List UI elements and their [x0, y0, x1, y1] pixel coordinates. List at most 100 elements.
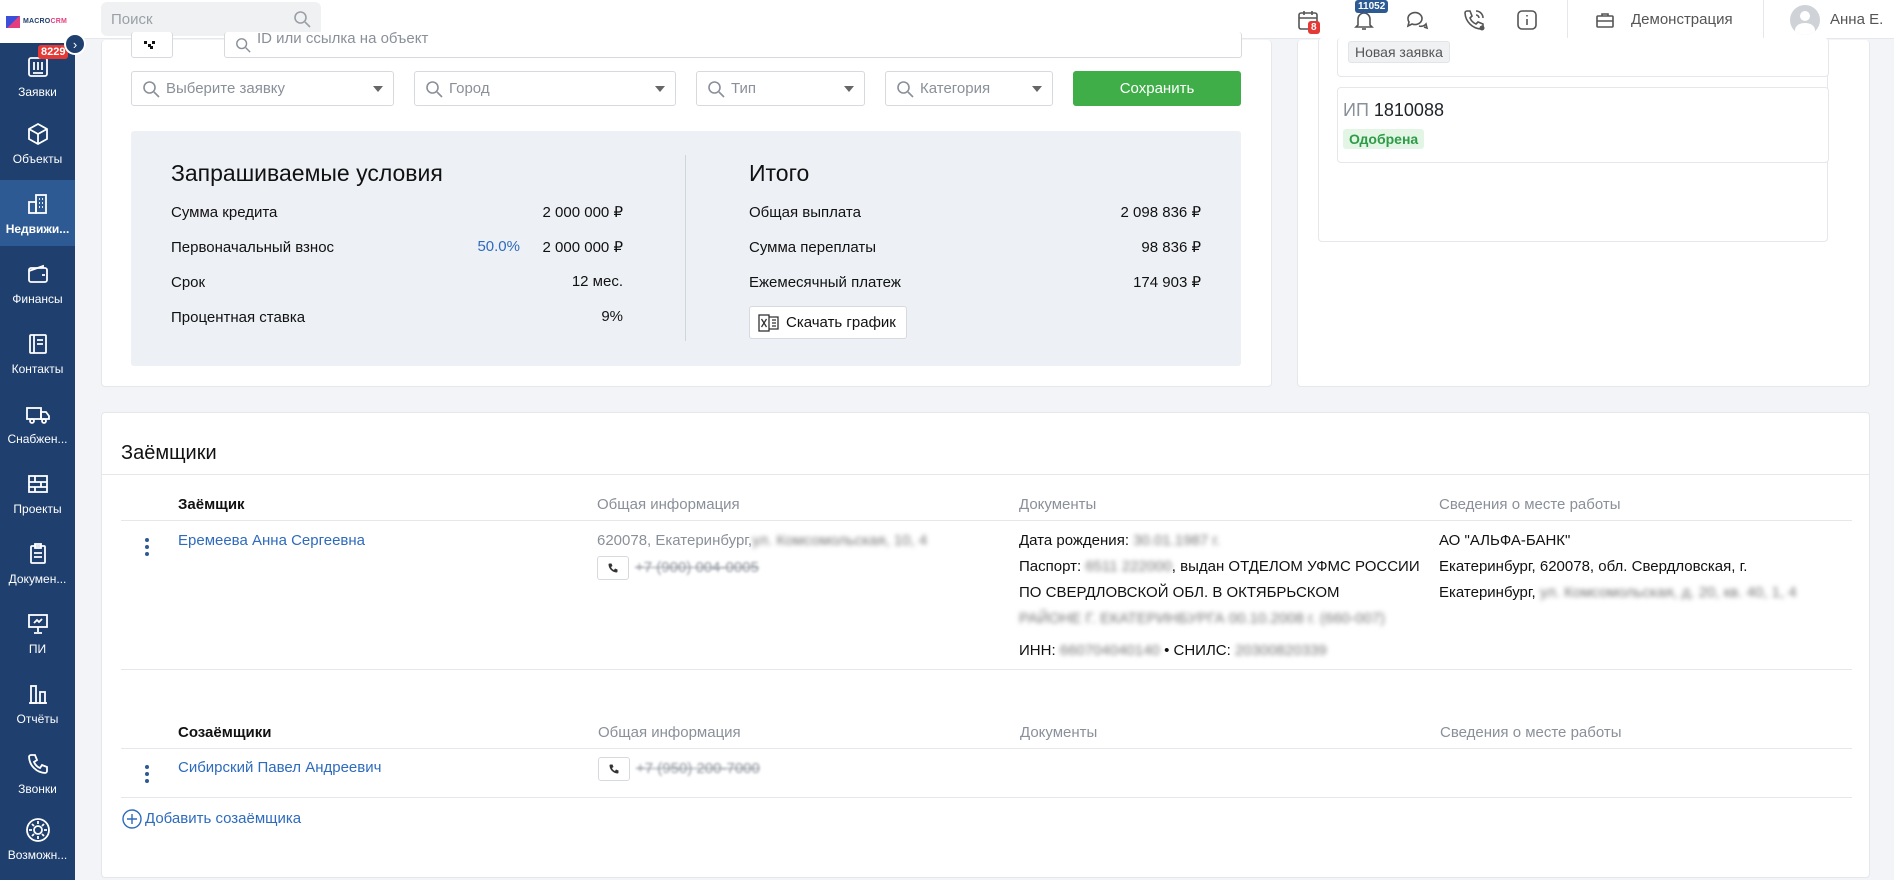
loan-amount-label: Сумма кредита — [171, 204, 278, 221]
borrower-documents: Дата рождения: 30.01.1987 г. Паспорт: 65… — [1019, 528, 1429, 664]
sidebar-item-finance[interactable]: Финансы — [0, 250, 75, 316]
chart-icon — [25, 681, 51, 707]
co-borrower-menu-button[interactable] — [144, 765, 150, 783]
type-select[interactable]: Тип — [696, 71, 865, 106]
calendar-badge: 8 — [1308, 21, 1320, 34]
borrower-workplace: АО "АЛЬФА-БАНК" Екатеринбург, 620078, об… — [1439, 528, 1839, 606]
ip-list-container: Новая заявка ИП 1810088 Одобрена — [1318, 38, 1829, 242]
demo-mode-button[interactable]: Демонстрация — [1595, 0, 1733, 39]
sidebar-item-contacts[interactable]: Контакты — [0, 320, 75, 386]
sidebar-item-features[interactable]: Возможн... — [0, 806, 75, 872]
right-panel-card: Новая заявка ИП 1810088 Одобрена — [1297, 38, 1870, 387]
sidebar-item-supply[interactable]: Снабжен... — [0, 390, 75, 456]
down-payment-value: 2 000 000 ₽ — [542, 239, 623, 256]
chevron-down-icon — [844, 85, 854, 92]
sidebar-item-documents[interactable]: Докумен... — [0, 530, 75, 596]
hidden-passport-number: 6511 222000 — [1085, 558, 1172, 575]
chat-icon — [1406, 11, 1429, 30]
city-select[interactable]: Город — [414, 71, 676, 106]
th-borrower: Заёмщик — [178, 496, 245, 513]
th-workplace: Сведения о месте работы — [1439, 496, 1621, 513]
borrower-name-link[interactable]: Еремеева Анна Сергеевна — [178, 528, 365, 554]
object-id-placeholder: ID или ссылка на объект — [257, 30, 429, 47]
sidebar-item-calls[interactable]: Звонки — [0, 740, 75, 806]
request-item[interactable]: Новая заявка — [1337, 38, 1829, 77]
presentation-icon — [25, 611, 51, 637]
sidebar-item-pi[interactable]: ПИ — [0, 600, 75, 666]
request-select[interactable]: Выберите заявку — [131, 71, 394, 106]
phone-icon — [609, 764, 619, 774]
call-button[interactable] — [597, 556, 629, 581]
hidden-work-address: ул. Комсомольская, д. 20, кв. 40, 1, 4 — [1539, 584, 1797, 601]
search-icon — [143, 80, 160, 98]
contacts-icon — [25, 331, 51, 357]
down-payment-label: Первоначальный взнос — [171, 239, 335, 256]
qr-icon — [144, 40, 155, 49]
th-co-borrowers: Созаёмщики — [178, 724, 272, 741]
search-icon — [708, 80, 725, 98]
search-icon — [426, 80, 443, 98]
co-borrower-phone-number[interactable]: +7 (950) 200-7000 — [636, 760, 760, 777]
user-menu[interactable]: Анна Е. — [1790, 0, 1883, 39]
sidebar-item-reports[interactable]: Отчёты — [0, 670, 75, 736]
term-label: Срок — [171, 274, 206, 291]
borrower-phone-number[interactable]: +7 (900) 004-0005 — [635, 559, 759, 576]
total-title: Итого — [749, 160, 810, 186]
cube-icon — [25, 121, 51, 147]
co-borrower-phone: +7 (950) 200-7000 — [598, 756, 760, 782]
monthly-payment-label: Ежемесячный платеж — [749, 274, 901, 291]
hidden-passport-issuer: РАЙОНЕ Г. ЕКАТЕРИНБУРГА 00.10.2008 г. (6… — [1019, 610, 1386, 627]
search-icon — [294, 11, 311, 28]
divider — [121, 520, 1852, 521]
type-select-placeholder: Тип — [731, 80, 757, 97]
download-schedule-label: Скачать график — [786, 314, 896, 331]
borrower-menu-button[interactable] — [144, 538, 150, 556]
total-payment-label: Общая выплата — [749, 204, 861, 221]
borrowers-title: Заёмщики — [121, 442, 217, 464]
info-icon — [1517, 10, 1537, 30]
briefcase-icon — [1596, 12, 1614, 28]
notifications-badge: 11052 — [1355, 0, 1389, 13]
call-button[interactable] — [598, 757, 630, 782]
search-icon — [236, 37, 251, 53]
chevron-down-icon — [373, 85, 383, 92]
category-select-placeholder: Категория — [920, 80, 991, 97]
chevron-down-icon — [1032, 85, 1042, 92]
plus-circle-icon — [122, 809, 142, 829]
object-id-input[interactable]: ID или ссылка на объект — [224, 30, 1242, 58]
user-name: Анна Е. — [1830, 11, 1884, 28]
category-select[interactable]: Категория — [885, 71, 1053, 106]
sidebar: MACROCRM 8229 Заявки Объекты Недвижи... … — [0, 0, 75, 880]
download-schedule-button[interactable]: Скачать график — [749, 306, 907, 339]
overpayment-value: 98 836 ₽ — [1141, 239, 1201, 256]
work-company: АО "АЛЬФА-БАНК" — [1439, 532, 1571, 549]
avatar — [1790, 4, 1820, 35]
sidebar-item-requests[interactable]: 8229 Заявки — [0, 43, 75, 109]
term-value: 12 мес. — [571, 273, 623, 290]
chat-button[interactable] — [1405, 8, 1429, 32]
ip-item[interactable]: ИП 1810088 Одобрена — [1337, 87, 1829, 163]
sidebar-item-realty[interactable]: Недвижи... — [0, 180, 75, 246]
truck-icon — [25, 401, 51, 427]
request-select-placeholder: Выберите заявку — [166, 80, 286, 97]
call-status-button[interactable] — [1462, 8, 1486, 32]
qr-button[interactable] — [131, 32, 173, 58]
approved-tag: Одобрена — [1343, 129, 1425, 149]
topbar-divider — [1763, 0, 1764, 39]
divider — [121, 669, 1852, 670]
calendar-button[interactable]: 8 — [1296, 8, 1320, 34]
summary-divider — [685, 155, 686, 341]
logo[interactable]: MACROCRM — [0, 0, 75, 43]
co-borrower-name-link[interactable]: Сибирский Павел Андреевич — [178, 755, 381, 781]
sidebar-collapse-button[interactable]: › — [64, 33, 86, 55]
buildings-icon — [25, 191, 51, 217]
new-request-tag: Новая заявка — [1348, 41, 1450, 63]
loan-summary-panel: Запрашиваемые условия Сумма кредита 2 00… — [131, 131, 1241, 366]
sidebar-item-objects[interactable]: Объекты — [0, 110, 75, 176]
borrower-phone: +7 (900) 004-0005 — [597, 555, 759, 581]
save-button[interactable]: Сохранить — [1073, 71, 1241, 106]
sidebar-item-projects[interactable]: Проекты — [0, 460, 75, 526]
notifications-button[interactable]: 11052 — [1352, 0, 1389, 32]
info-button[interactable] — [1515, 8, 1539, 32]
add-co-borrower-button[interactable]: Добавить созаёмщика — [122, 806, 301, 832]
